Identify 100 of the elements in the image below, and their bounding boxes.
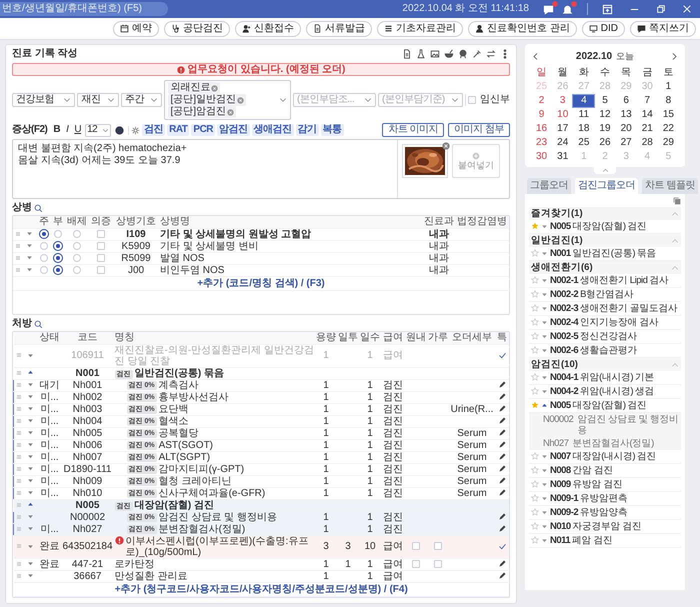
quick-tag[interactable]: 복통 [320,124,344,136]
edit-icon[interactable] [498,380,506,390]
caret-icon[interactable] [541,537,548,544]
drag-handle-icon[interactable] [14,254,22,262]
radio-button[interactable] [73,242,81,250]
add-link[interactable]: +추가 (청구코드/사용자코드/사용자명칭/주성분코드/성분명) / (F4) [114,584,408,594]
calendar-day[interactable]: 18 [573,123,594,135]
calendar-day[interactable]: 1 [658,81,679,93]
drag-handle-icon[interactable] [14,542,22,550]
calendar-day[interactable]: 4 [573,95,594,107]
table-row[interactable]: 36667 만성질환 관리료 1 1 급여 [14,570,509,582]
drag-handle-icon[interactable] [15,380,23,389]
star-icon[interactable] [531,332,539,340]
radio-button[interactable] [73,230,81,238]
checkbox[interactable] [412,560,420,568]
format-button[interactable]: B [51,124,62,136]
radio-button[interactable] [73,266,81,274]
collapse-icon[interactable] [602,167,608,174]
order-item[interactable]: N002-4 인지기능장애 검사 [550,317,658,328]
calendar-day[interactable]: 15 [658,109,679,121]
drag-handle-icon[interactable] [14,242,22,250]
calendar-day[interactable]: 30 [531,151,552,163]
edit-icon[interactable] [498,512,506,522]
calendar-day[interactable]: 8 [658,95,679,107]
star-icon[interactable] [531,401,539,409]
table-row[interactable]: 완료 447-21 로카탄정 1 1 1 급여 [14,558,509,570]
star-icon[interactable] [531,304,539,312]
radio-button[interactable] [40,254,48,262]
star-icon[interactable] [531,249,539,257]
toolbar-button[interactable]: 신환접수 [234,20,301,36]
edit-icon[interactable] [498,416,506,426]
order-item[interactable]: N009-2 유방암양측 [550,507,628,518]
dropdown[interactable]: 건강보험 [12,93,76,107]
caret-icon[interactable] [541,388,548,395]
star-icon[interactable] [531,480,539,488]
today-link[interactable]: 오늘 [616,50,634,62]
caret-icon[interactable] [541,467,548,474]
caret-icon[interactable] [541,402,548,409]
quick-tag[interactable]: 검진 [142,124,166,136]
drag-handle-icon[interactable] [15,404,23,413]
symptom-text-area[interactable]: 대변 불편함 지속(2주) hematochezia+ 몸살 지속(3d) 어제는 39도 오늘 37.9 [13,140,397,198]
calendar-day[interactable]: 10 [552,109,574,121]
toolbar-button[interactable]: 진료확인번호 관리 [468,20,577,36]
star-icon[interactable] [531,494,539,502]
edit-icon[interactable] [498,404,506,414]
star-icon[interactable] [531,387,539,395]
chevron-icon[interactable] [671,236,679,244]
remove-icon[interactable] [442,142,450,150]
syringe-icon[interactable] [472,49,482,59]
calendar-day[interactable]: 27 [616,137,637,149]
drag-handle-icon[interactable] [14,572,22,580]
caret-icon[interactable] [541,374,548,381]
calendar-day[interactable]: 14 [636,109,658,121]
drag-handle-icon[interactable] [14,500,22,509]
tab[interactable]: 검진그룹오더 [575,178,638,194]
caret-icon[interactable] [541,347,548,354]
star-icon[interactable] [531,508,539,516]
previous-icon[interactable] [531,52,540,61]
toolbar-button[interactable]: DID [582,20,625,36]
toolbar-button[interactable]: 기초자료관리 [376,20,463,36]
edit-icon[interactable] [498,559,506,568]
add-link[interactable]: +추가 (코드/명칭 검색) / (F3) [197,278,325,288]
edit-icon[interactable] [498,428,506,438]
edit-icon[interactable] [498,440,506,450]
drag-handle-icon[interactable] [15,512,23,521]
order-item[interactable]: N010 자궁경부암 검진 [550,521,642,532]
caret-icon[interactable] [26,369,34,376]
restore-icon[interactable] [656,4,666,14]
checkbox[interactable] [468,96,476,104]
font-size-select[interactable]: 12 [85,124,112,136]
order-item[interactable]: N002-3 생애전환기 골밀도검사 [550,303,678,314]
toolbar-button[interactable]: 쪽지쓰기 [630,20,696,36]
drag-handle-icon[interactable] [15,476,23,485]
caret-icon[interactable] [541,453,548,460]
order-item[interactable]: N004-1 위암(내시경) 기본 [550,372,654,383]
checkbox[interactable] [412,542,420,550]
order-item[interactable]: N011 폐암 검진 [550,535,612,546]
calendar-day[interactable]: 29 [658,137,679,149]
swap-icon[interactable] [486,49,496,59]
star-icon[interactable] [531,452,539,460]
radio-button[interactable] [40,242,48,250]
caret-icon[interactable] [541,495,548,502]
checkbox[interactable] [434,542,442,550]
caret-icon[interactable] [541,250,548,257]
calendar-day[interactable]: 6 [616,95,637,107]
order-item[interactable]: N004-2 위암(내시경) 생검 [550,386,654,397]
drag-handle-icon[interactable] [14,368,22,377]
copy-icon[interactable] [673,197,681,205]
radio-button[interactable] [73,254,81,262]
caret-icon[interactable] [541,277,548,284]
calendar-day[interactable]: 12 [594,109,616,121]
checkbox[interactable] [97,230,105,238]
checkbox[interactable] [97,254,105,262]
order-item[interactable]: N001 일반검진(공통) 묶음 [550,248,656,259]
dropdown[interactable]: 주간 [120,93,162,107]
color-picker-icon[interactable] [115,126,124,134]
image-button[interactable]: 차트 이미지 [382,123,444,137]
chevron-icon[interactable] [671,360,679,368]
checkbox[interactable] [97,266,105,274]
bowl-icon[interactable] [444,49,454,59]
